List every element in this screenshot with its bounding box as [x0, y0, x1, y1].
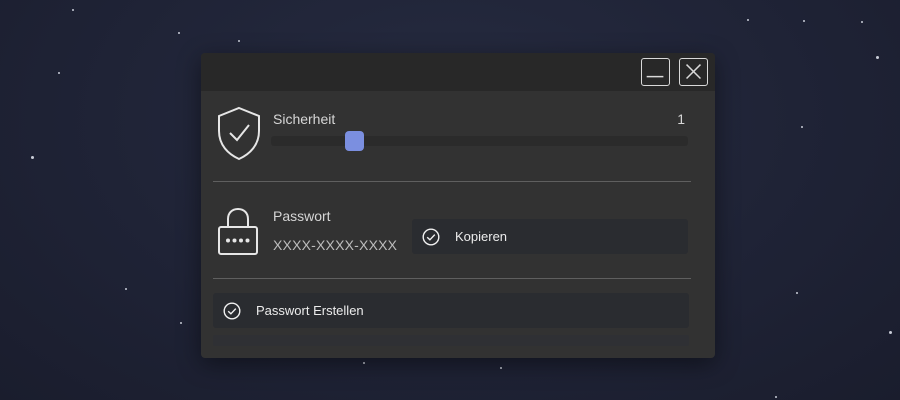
check-circle-icon: [223, 301, 241, 320]
password-value: XXXX-XXXX-XXXX: [273, 237, 398, 253]
security-level-value: 1: [677, 111, 685, 127]
section-divider: [213, 181, 691, 182]
security-slider[interactable]: [271, 131, 688, 151]
security-label: Sicherheit: [273, 111, 336, 127]
copy-button-label: Kopieren: [455, 229, 508, 244]
shield-check-icon: [218, 106, 260, 161]
password-generator-window: Sicherheit 1 Passwort XXXX-XXXX-XXXX Kop…: [201, 53, 715, 358]
minimize-icon: [646, 75, 664, 78]
security-slider-thumb[interactable]: [345, 131, 365, 151]
check-circle-icon: [422, 227, 440, 246]
create-password-button-label: Passwort Erstellen: [256, 303, 364, 318]
minimize-button[interactable]: [641, 58, 670, 86]
password-label: Passwort: [273, 208, 331, 224]
close-button[interactable]: [679, 58, 708, 86]
lock-icon: [218, 207, 258, 255]
copy-button[interactable]: Kopieren: [412, 219, 688, 254]
create-password-button[interactable]: Passwort Erstellen: [213, 293, 689, 328]
title-bar: [201, 53, 715, 91]
section-divider: [213, 278, 691, 279]
close-icon: [686, 64, 701, 80]
bottom-panel: [213, 335, 689, 346]
